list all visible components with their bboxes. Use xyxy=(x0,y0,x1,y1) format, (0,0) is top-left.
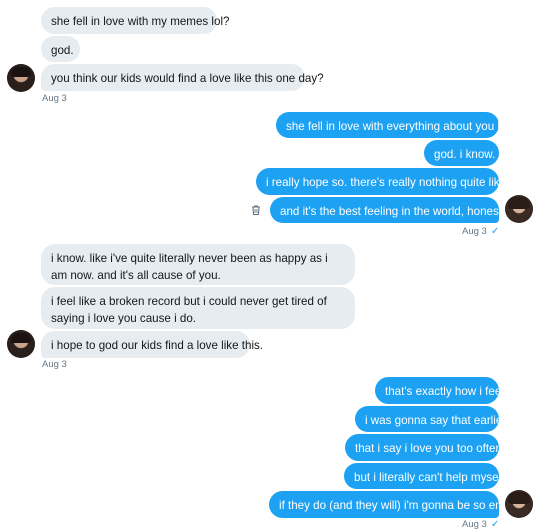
message-text: i feel like a broken record but i could … xyxy=(51,295,327,325)
message-bubble[interactable]: god. xyxy=(41,36,80,62)
message-bubble[interactable]: and it's the best feeling in the world, … xyxy=(270,197,513,223)
timestamp-text: Aug 3 xyxy=(462,226,487,237)
message-text: she fell in love with my memes lol? xyxy=(51,15,230,28)
message-bubble[interactable]: i was gonna say that earlier. xyxy=(355,406,509,432)
message-text: god. xyxy=(51,44,74,57)
checkmark-icon: ✓ xyxy=(490,226,500,237)
message-bubble[interactable]: but i literally can't help myself. xyxy=(344,463,508,489)
message-bubble[interactable]: god. i know. xyxy=(424,140,499,166)
message-bubble[interactable]: that's exactly how i feel. xyxy=(375,377,507,404)
message-text: i know. like i've quite literally never … xyxy=(51,252,328,282)
message-bubble[interactable]: i know. like i've quite literally never … xyxy=(41,244,355,285)
message-text: that i say i love you too often. xyxy=(355,442,506,455)
message-bubble[interactable]: that i say i love you too often. xyxy=(345,434,505,461)
message-timestamp: Aug 3 ✓ xyxy=(462,519,499,530)
message-bubble[interactable]: you think our kids would find a love lik… xyxy=(41,64,324,91)
message-text: god. i know. xyxy=(434,148,496,161)
avatar[interactable] xyxy=(7,64,35,92)
message-text: i was gonna say that earlier. xyxy=(365,414,509,427)
message-bubble[interactable]: i feel like a broken record but i could … xyxy=(41,287,355,329)
message-text: and it's the best feeling in the world, … xyxy=(280,205,513,218)
checkmark-icon: ✓ xyxy=(490,519,500,530)
message-text: i really hope so. there's really nothing… xyxy=(266,176,519,189)
message-text: she fell in love with everything about y… xyxy=(286,120,513,133)
message-text: that's exactly how i feel. xyxy=(385,385,508,398)
message-text: but i literally can't help myself. xyxy=(354,471,508,484)
message-text: if they do (and they will) i'm gonna be … xyxy=(279,499,515,512)
message-timestamp: Aug 3 xyxy=(42,93,67,104)
message-bubble[interactable]: i hope to god our kids find a love like … xyxy=(41,331,263,358)
message-bubble[interactable]: she fell in love with everything about y… xyxy=(276,112,512,138)
avatar[interactable] xyxy=(505,490,533,518)
message-bubble[interactable]: if they do (and they will) i'm gonna be … xyxy=(269,491,515,518)
avatar[interactable] xyxy=(7,330,35,358)
timestamp-text: Aug 3 xyxy=(462,519,487,530)
message-timestamp: Aug 3 xyxy=(42,359,67,370)
message-timestamp: Aug 3 ✓ xyxy=(462,226,499,237)
trash-icon[interactable] xyxy=(250,204,262,216)
message-bubble[interactable]: i really hope so. there's really nothing… xyxy=(256,168,518,195)
message-text: you think our kids would find a love lik… xyxy=(51,72,324,85)
avatar[interactable] xyxy=(505,195,533,223)
message-bubble[interactable]: she fell in love with my memes lol? xyxy=(41,7,229,34)
message-text: i hope to god our kids find a love like … xyxy=(51,339,264,352)
